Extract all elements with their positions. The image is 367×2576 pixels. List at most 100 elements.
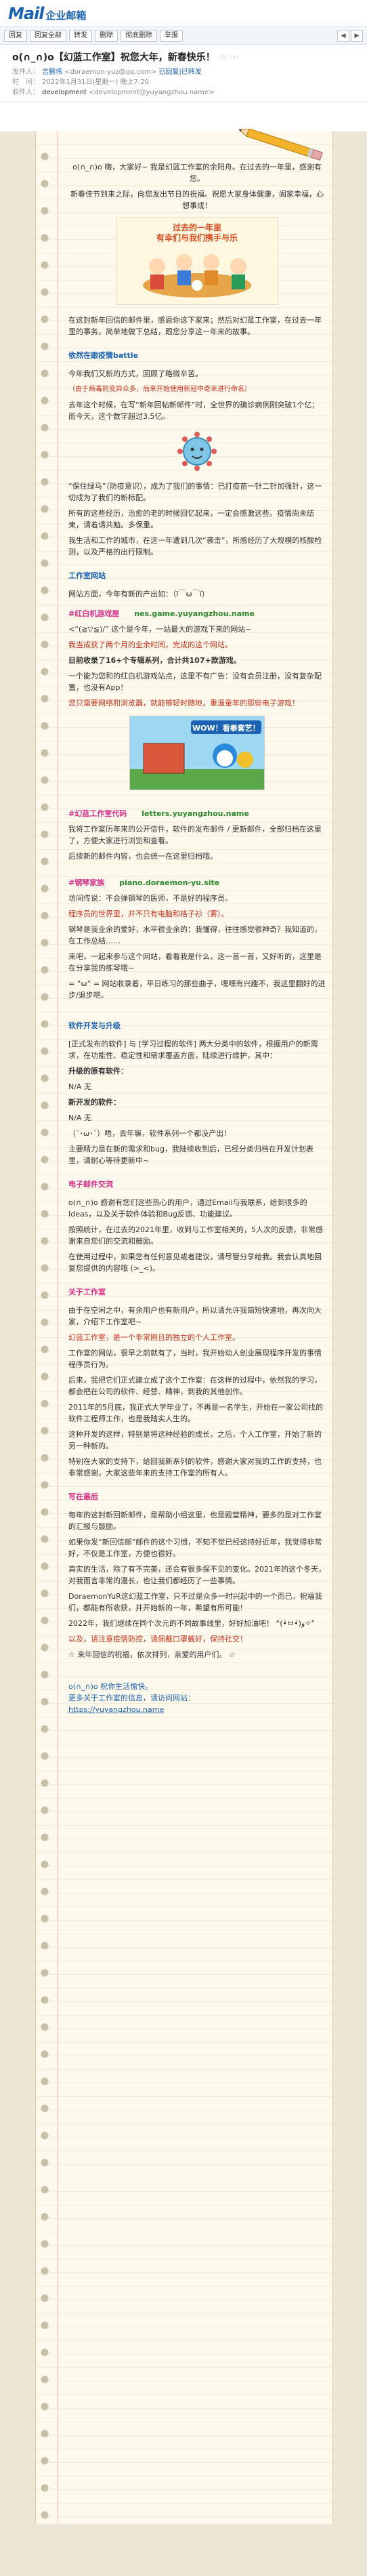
- piano-p3: 钢琴是我业余的爱好，水平很业余的：我懂得，往往感觉很神奇？我知道的，在工作总结……: [68, 925, 322, 945]
- report-button[interactable]: 举报: [160, 29, 183, 42]
- final-p7: ☆ 来年回信的祝福，依次排列，亲爱的用户们。 ☆: [68, 1650, 236, 1659]
- about-p3: 工作室的网站，很早之前就有了，当时，我开始动人创业展现程序开发的事情程序员行为。: [68, 1349, 322, 1369]
- software-p1: [正式发布的软件] 与 [学习过程的软件] 两大分类中的软件，根据用户的新需求，…: [68, 1040, 318, 1060]
- section-final-heading: 写在最后: [68, 1492, 98, 1501]
- pencil-icon: [239, 129, 323, 161]
- nes-title: #红白机游戏屋: [68, 609, 120, 618]
- email-p1: o(∩_∩)o 感谢有您们这些热心的用户，通过Email与我联系，给到很多的Id…: [68, 1198, 307, 1219]
- epidemic-note: （由于病毒的变异众多，后来开始使用新冠中奇米进行命名）: [68, 386, 251, 393]
- nes-p1: <“(≧▽≦)/” 这个是今年，一站最大的游戏下来的网站~: [68, 625, 252, 634]
- time-value: 2022年1月31日(星期一) 晚上7:20: [42, 79, 149, 86]
- new-year-illustration: 过去的一年里 有幸们与我们携手与乐: [116, 217, 278, 305]
- reply-all-button[interactable]: 回复全部: [30, 29, 66, 42]
- piano-p4: 来吧，一起来参与这个网站，看看我是什么，这一首一首，又好听的，这里是在分享我的练…: [68, 952, 322, 973]
- section-software-heading: 软件开发与升级: [68, 1021, 121, 1030]
- epidemic-p4: 所有的这些经历，治愈的老的时候回忆起来，一定会感激这些。疫情尚未结束，请着请共勉…: [68, 509, 314, 529]
- from-address: <doraemon-yuz@qq.com>: [64, 68, 157, 76]
- signature-line-2: 更多关于工作室的信息，请访问网站：: [68, 1694, 195, 1702]
- final-p4: DoraemonYuR这幻蓝工作室，只不过是众多一时兴起中的一个而已，祝福我们，…: [68, 1592, 322, 1612]
- mail-subject: o(∩_∩)o【幻蓝工作室】祝您大年，新春快乐！ ☆ ⋯: [12, 50, 359, 64]
- to-name[interactable]: development: [42, 89, 87, 96]
- illustration-caption: 过去的一年里 有幸们与我们携手与乐: [116, 223, 278, 243]
- final-p1: 每年的这封新回新邮件，是帮助小组这里，也是殿堂精神，要多的是对工作室的汇报与鼓励…: [68, 1511, 322, 1531]
- nes-p4: 一个能为您和的红白机游戏站点，这里不有广告：没有会员注册，没有复杂配置，也没有A…: [68, 672, 322, 692]
- final-p3: 真实的生活，除了有不完美，还会有很多探不见的变化。2021年的这个冬天，对我而言…: [68, 1565, 326, 1585]
- greeting: o(∩_∩)o 嗨，大家好~ 我是幻蓝工作室的余阳舟。在过去的一年里，感谢有您。: [72, 163, 322, 183]
- nes-p2: 我当成获了两个月的业余时间，完成的这个网站。: [68, 640, 232, 649]
- mail-toolbar: 回复 回复全部 转发 删除 彻底删除 举报 ◀ ▶: [0, 27, 367, 45]
- about-p2: 幻蓝工作室，是一个非常刚且的独立的个人工作室。: [68, 1333, 240, 1342]
- star-icon[interactable]: ☆: [219, 52, 227, 62]
- delete-permanently-button[interactable]: 彻底删除: [121, 29, 157, 42]
- signature: o(∩_∩)o 祝你生活愉快。 更多关于工作室的信息，请访问网站： https:…: [68, 1681, 326, 1715]
- piano-p2: 程序员的世界里，并不只有电脑和格子衫（雾）。: [68, 909, 229, 918]
- about-p4: 后来，我把它们正式建立成了这个工作室：在这样的过程中，依然我的学习，都会把在公司…: [68, 1376, 322, 1396]
- letters-section: #幻蓝工作室代码 letters.yuyangzhou.name 我将工作室历年…: [68, 805, 326, 869]
- final-p2: 如果你发“新回信邮”邮件的这个习惯，不知不觉已经这持好近年，我觉得非常好，不仅是…: [68, 1538, 322, 1558]
- letters-domain[interactable]: letters.yuyangzhou.name: [142, 809, 249, 818]
- game-title: WOW！看拳套艺！: [192, 724, 260, 733]
- prev-mail-button[interactable]: ◀: [337, 29, 349, 42]
- software-p2: （´･ω･`）唔，去年嘛，软件系列一个都没产出！: [68, 1129, 232, 1138]
- piano-p5: = “ω” = 网站收录着，平日练习的那些曲子，嘿嘿有兴趣不，我这里翻好的进步/…: [68, 979, 326, 1000]
- next-mail-button[interactable]: ▶: [351, 29, 363, 42]
- nes-section: #红白机游戏屋 nes.game.yuyangzhou.name <“(≧▽≦)…: [68, 605, 326, 800]
- forward-button[interactable]: 转发: [69, 29, 92, 42]
- epidemic-p3: “保住绿马”（防疫意识），成为了我们的事情：已打疫苗一针二针加强针，这一切成为了…: [68, 482, 322, 502]
- from-name[interactable]: 吉鹏伟: [42, 68, 62, 76]
- to-label: 收件人：: [12, 89, 39, 96]
- piano-title: #钢琴家族: [68, 878, 105, 887]
- brand-logo: Mail 企业邮箱: [8, 4, 87, 23]
- website-intro: 网站方面，今年有新的产出如：（ï￣ω￣ï）: [68, 590, 209, 598]
- reply-button[interactable]: 回复: [4, 29, 27, 42]
- letters-p2: 后续新的邮件内容，也会统一在这里归档哦。: [68, 852, 217, 861]
- letter-content: o(∩_∩)o 嗨，大家好~ 我是幻蓝工作室的余阳舟。在过去的一年里，感谢有您。…: [68, 161, 326, 1715]
- time-label: 时 间：: [12, 79, 39, 86]
- epidemic-p2: 去年这个时候，在写“新年回帖新邮件”时，全世界的确诊病例刚突破1个亿；而今天，这…: [68, 401, 320, 421]
- section-website-heading: 工作室网站: [68, 571, 106, 580]
- caption-line-2: 有幸们与我们携手与乐: [156, 233, 238, 243]
- from-label: 发件人：: [12, 68, 39, 76]
- virus-icon: [177, 432, 217, 471]
- final-p6: 以及，请注意疫情防控，请佩戴口罩戴好，保持社交！: [68, 1635, 247, 1643]
- email-p3: 在使用过程中，如果您有任何意见或者建议，请尽管分享给我。我会认真地回复您提供的内…: [68, 1252, 322, 1273]
- about-p1: 由于在空闲之中，有余用户也有新用户，所以请允许我简短快速地，再次向大家，介绍下工…: [68, 1306, 322, 1326]
- intro-paragraph: 在这封新年回信的邮件里，感恩你这下家来；然后对幻蓝工作室，在过去一年里的事务，简…: [68, 316, 322, 336]
- logo-mark: Mail: [8, 3, 45, 23]
- final-p5: 2022年，我们继续在同个次元的不同故事线里，好好加油吧！ “(•̀ㅂ•́)و✧…: [68, 1619, 316, 1628]
- more-icon[interactable]: ⋯: [231, 52, 239, 62]
- epidemic-p5: 我生活和工作的城市，在这一年遭到几次“袭击”，所感经历了大规模的核酸检测，以及严…: [68, 536, 322, 556]
- piano-section: #钢琴家族 piano.doraemon-yu.site 坊间传说：不会弹钢琴的…: [68, 874, 326, 1008]
- piano-domain[interactable]: piano.doraemon-yu.site: [119, 878, 219, 887]
- letters-p1: 我将工作室历年来的公开信件，软件的发布邮件 / 更新邮件，全部归档在这里了，方便…: [68, 825, 322, 845]
- letters-title: #幻蓝工作室代码: [68, 809, 127, 818]
- nes-p3: 目前收录了16+个专辑系列，合计共107+款游戏。: [68, 656, 241, 665]
- new-software-label: 新开发的软件：: [68, 1098, 121, 1107]
- delete-button[interactable]: 删除: [95, 29, 118, 42]
- from-extra[interactable]: 已回复|已转发: [158, 68, 201, 76]
- caption-line-1: 过去的一年里: [172, 223, 221, 232]
- time-row: 时 间： 2022年1月31日(星期一) 晚上7:20: [12, 77, 359, 87]
- game-screenshot: WOW！看拳套艺！: [129, 716, 265, 790]
- about-p5: 2011年的5月底，我正式大学毕业了，不再是一名学生，开始在一家公司找的软件工程…: [68, 1403, 323, 1423]
- piano-p1: 坊间传说：不会弹钢琴的医师，不是好的程序员。: [68, 894, 232, 903]
- upgraded-label: 升级的原有软件：: [68, 1067, 128, 1076]
- about-p7: 特别在大家的支持下，给回我新系列的软件，感谢大家对我的工作的支持，也非常感谢，大…: [68, 1457, 322, 1477]
- from-row: 发件人： 吉鹏伟 <doraemon-yuz@qq.com> 已回复|已转发: [12, 67, 359, 77]
- email-p2: 按照统计，在过去的2021年里，收到与工作室相关的，5人次的反馈，非常感谢来自您…: [68, 1225, 323, 1246]
- mail-meta: 发件人： 吉鹏伟 <doraemon-yuz@qq.com> 已回复|已转发 时 …: [12, 67, 359, 98]
- nes-domain[interactable]: nes.game.yuyangzhou.name: [134, 609, 255, 618]
- subject-text: o(∩_∩)o【幻蓝工作室】祝您大年，新春快乐！: [12, 52, 215, 63]
- mail-header: o(∩_∩)o【幻蓝工作室】祝您大年，新春快乐！ ☆ ⋯ 发件人： 吉鹏伟 <do…: [0, 45, 367, 102]
- upgraded-value: N/A 无: [68, 1082, 91, 1091]
- to-address: <development@yuyangzhou.name>: [89, 89, 215, 96]
- nes-p5: 您只需要网络和浏览器，就能够轻时随地，重温童年的那些电子游戏！: [68, 699, 299, 708]
- epidemic-p1: 今年我们又新的方式，回顾了略微辛苦。: [68, 369, 202, 378]
- section-email-heading: 电子邮件交流: [68, 1180, 113, 1189]
- letter-paper: o(∩_∩)o 嗨，大家好~ 我是幻蓝工作室的余阳舟。在过去的一年里，感谢有您。…: [35, 129, 333, 2524]
- blessing: 新春佳节到来之际，向您发出节日的祝福。祝愿大家身体健康，阖家幸福，心想事成！: [70, 190, 324, 210]
- signature-line-1: o(∩_∩)o 祝你生活愉快。: [68, 1682, 153, 1691]
- paper-holes: [40, 152, 49, 2524]
- about-p6: 这种开发的这样，特别是将这种经验的成长，之后，个人工作室，开始了新的另一种新的。: [68, 1430, 322, 1450]
- website-link[interactable]: https://yuyangzhou.name: [68, 1704, 326, 1715]
